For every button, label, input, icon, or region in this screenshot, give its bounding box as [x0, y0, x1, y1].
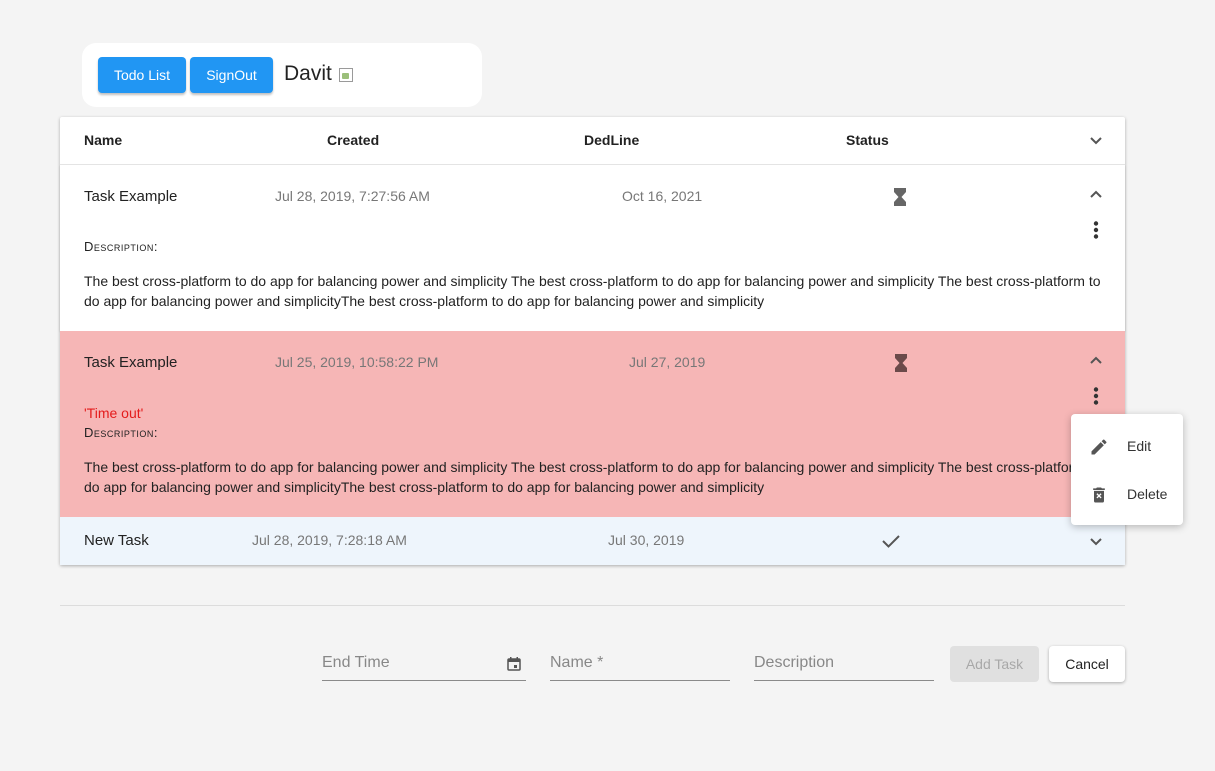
table-row[interactable]: New Task Jul 28, 2019, 7:28:18 AM Jul 30…: [60, 517, 1125, 565]
chevron-up-icon[interactable]: [1089, 355, 1103, 365]
row-context-menu: Edit Delete: [1071, 414, 1183, 525]
chevron-down-icon[interactable]: [1089, 136, 1103, 146]
divider: [60, 605, 1125, 606]
task-name: Task Example: [84, 354, 178, 371]
delete-icon: [1093, 487, 1105, 503]
task-description: The best cross-platform to do app for ba…: [84, 273, 1101, 309]
add-task-button[interactable]: Add Task: [950, 646, 1039, 682]
calendar-icon[interactable]: [507, 657, 521, 671]
avatar: [339, 68, 353, 82]
task-deadline: Oct 16, 2021: [622, 188, 703, 204]
header-status: Status: [846, 132, 889, 148]
check-icon: [882, 535, 900, 548]
task-deadline: Jul 30, 2019: [608, 532, 685, 548]
name-input[interactable]: [550, 652, 730, 674]
hourglass-icon: [895, 354, 907, 372]
description-label: Description:: [84, 425, 159, 440]
chevron-down-icon[interactable]: [1089, 537, 1103, 547]
signout-button[interactable]: SignOut: [190, 57, 273, 93]
menu-delete-label: Delete: [1127, 486, 1168, 502]
cancel-button[interactable]: Cancel: [1049, 646, 1125, 682]
header-deadline: DedLine: [584, 132, 640, 148]
menu-item-edit[interactable]: Edit: [1071, 422, 1183, 470]
more-vert-icon[interactable]: [1093, 221, 1099, 239]
hourglass-icon: [894, 188, 906, 206]
description-input[interactable]: [754, 652, 934, 674]
task-deadline: Jul 27, 2019: [629, 354, 706, 370]
task-name: Task Example: [84, 188, 178, 205]
top-bar: Todo List SignOut Davit: [82, 43, 482, 107]
table-row[interactable]: Task Example Jul 25, 2019, 10:58:22 PM J…: [60, 331, 1125, 517]
timeout-warning: 'Time out': [84, 405, 144, 421]
table-row[interactable]: Task Example Jul 28, 2019, 7:27:56 AM Oc…: [60, 165, 1125, 331]
name-field[interactable]: [550, 646, 730, 681]
task-created: Jul 25, 2019, 10:58:22 PM: [275, 354, 439, 370]
task-created: Jul 28, 2019, 7:27:56 AM: [275, 188, 430, 204]
pencil-icon: [1091, 439, 1107, 455]
more-vert-icon[interactable]: [1093, 387, 1099, 405]
menu-item-delete[interactable]: Delete: [1071, 470, 1183, 518]
header-created: Created: [327, 132, 380, 148]
description-field[interactable]: [754, 646, 934, 681]
username: Davit: [284, 62, 332, 85]
description-label: Description:: [84, 239, 159, 254]
task-description: The best cross-platform to do app for ba…: [84, 459, 1101, 495]
task-table: Name Created DedLine Status Task Example…: [60, 117, 1125, 565]
chevron-up-icon[interactable]: [1089, 189, 1103, 199]
menu-edit-label: Edit: [1127, 438, 1152, 454]
end-time-input[interactable]: [322, 652, 526, 674]
table-header: Name Created DedLine Status: [60, 117, 1125, 165]
end-time-field[interactable]: [322, 646, 526, 681]
task-created: Jul 28, 2019, 7:28:18 AM: [252, 532, 407, 548]
task-name: New Task: [84, 532, 149, 549]
header-name: Name: [84, 132, 123, 148]
todo-list-button[interactable]: Todo List: [98, 57, 186, 93]
